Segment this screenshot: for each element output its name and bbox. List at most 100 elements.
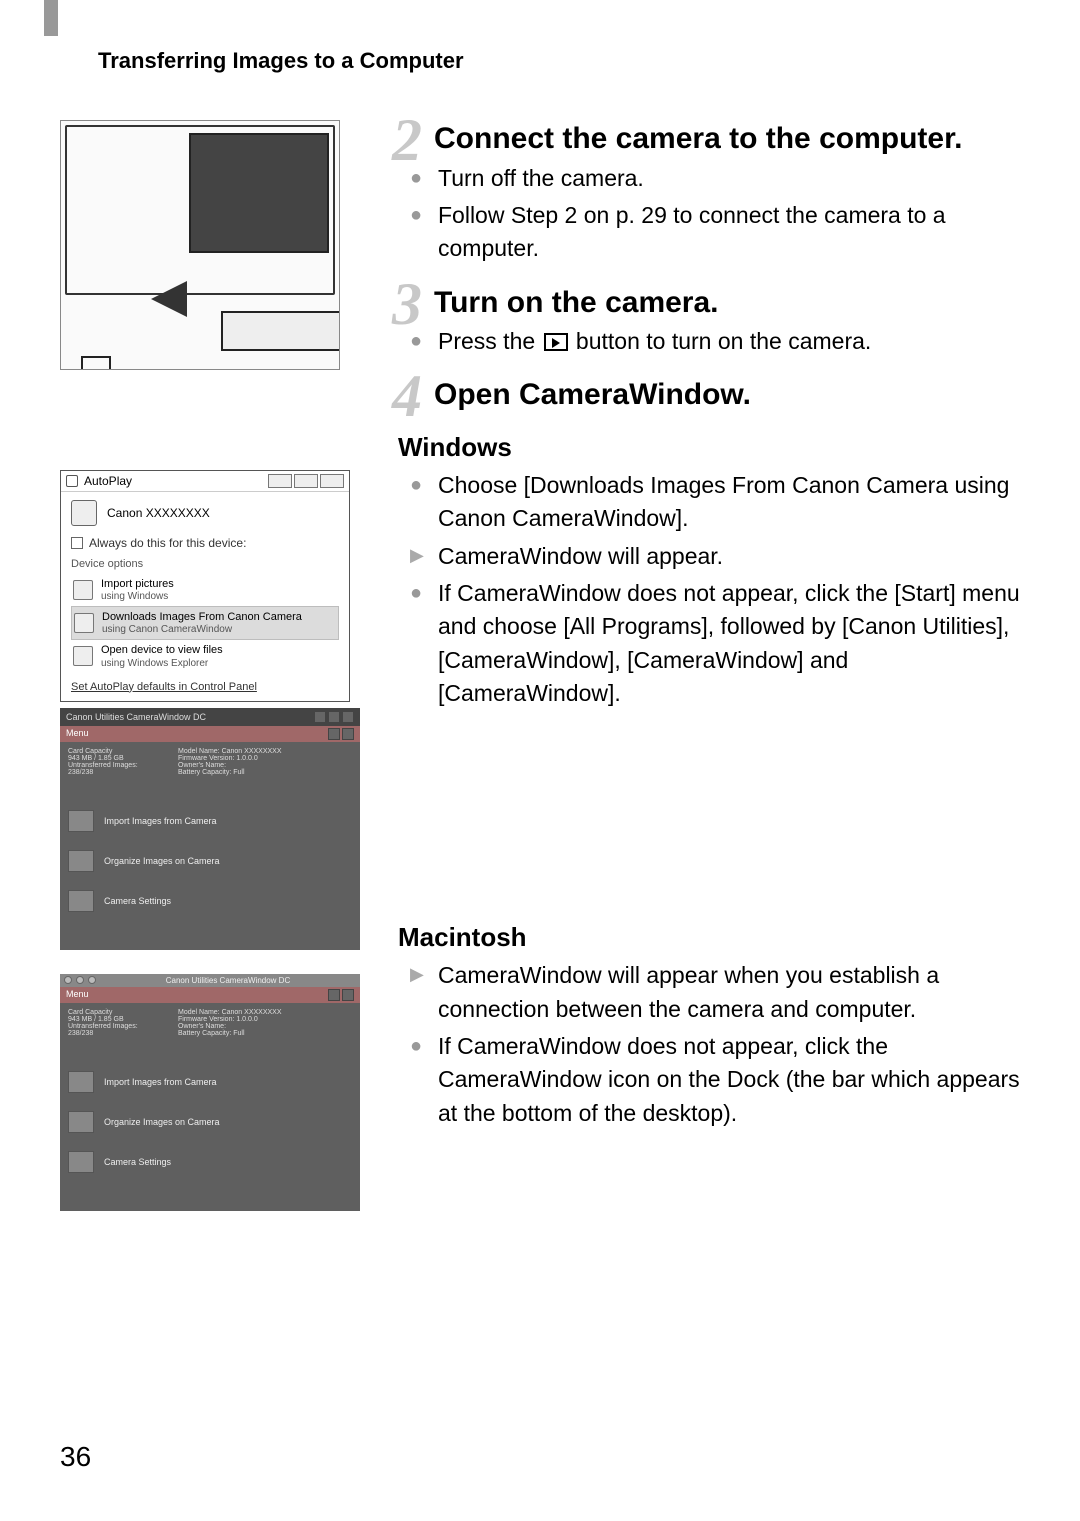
battery-capacity: Battery Capacity: Full [178,769,282,776]
camera-settings-action[interactable]: Camera Settings [68,1151,352,1173]
window-controls [314,711,354,723]
always-checkbox-row[interactable]: Always do this for this device: [71,536,339,550]
settings-action-icon [68,890,94,912]
instruction-column: 2 Connect the camera to the computer. Tu… [398,120,1020,1235]
owners-name: Owner's Name: [178,762,282,769]
help-icon[interactable] [342,728,354,740]
camera-settings-action[interactable]: Camera Settings [68,890,352,912]
owners-name: Owner's Name: [178,1023,282,1030]
option-import-pictures[interactable]: Import pictures using Windows [71,574,339,606]
autoplay-titlebar: AutoPlay [61,471,349,492]
option-canon-camerawindow[interactable]: Downloads Images From Canon Camera using… [71,606,339,640]
device-row: Canon XXXXXXXX [71,500,339,526]
maximize-button[interactable] [294,474,318,488]
import-images-action[interactable]: Import Images from Camera [68,1071,352,1093]
cw-menu-label: Menu [66,728,89,740]
device-name: Canon XXXXXXXX [107,506,210,520]
firmware-version: Firmware Version: 1.0.0.0 [178,1016,282,1023]
import-images-action[interactable]: Import Images from Camera [68,810,352,832]
settings-icon[interactable] [328,728,340,740]
device-options-label: Device options [71,558,339,570]
camerawindow-windows: Canon Utilities CameraWindow DC Menu Car… [60,708,360,950]
window-controls [268,474,344,488]
import-icon [68,810,94,832]
cw-titlebar: Canon Utilities CameraWindow DC [60,708,360,726]
action-label: Organize Images on Camera [104,1117,220,1127]
minimize-button[interactable] [268,474,292,488]
close-light[interactable] [64,976,72,984]
option-label: Import pictures [101,578,174,591]
autoplay-title: AutoPlay [84,474,132,488]
bullet-text: Follow Step 2 on p. 29 to connect the ca… [438,199,1020,266]
result-text: CameraWindow will appear. [438,540,1020,573]
firmware-version: Firmware Version: 1.0.0.0 [178,755,282,762]
model-name: Model Name: Canon XXXXXXXX [178,1009,282,1016]
windows-heading: Windows [398,432,1020,463]
action-label: Import Images from Camera [104,816,217,826]
card-capacity-value: 943 MB / 1.85 GB [68,755,158,762]
page-reference: p. 29 [616,202,667,228]
bullet-text: If CameraWindow does not appear, click t… [438,1030,1020,1130]
import-icon [68,1071,94,1093]
step-3: 3 Turn on the camera. Press the button t… [398,284,1020,359]
macintosh-heading: Macintosh [398,922,1020,953]
bullet-text: Press the button to turn on the camera. [438,325,1020,358]
illustration-column: AutoPlay Canon XXXXXXXX Always do this f… [60,120,370,1235]
section-marker [44,0,58,36]
option-label: Open device to view files [101,644,223,657]
help-icon[interactable] [342,989,354,1001]
organize-images-action[interactable]: Organize Images on Camera [68,850,352,872]
organize-icon [68,850,94,872]
cw-menubar[interactable]: Menu [60,726,360,742]
option-open-device[interactable]: Open device to view files using Windows … [71,640,339,672]
autoplay-dialog: AutoPlay Canon XXXXXXXX Always do this f… [60,470,350,702]
page-number: 36 [60,1441,91,1473]
cw-info-panel: Card Capacity 943 MB / 1.85 GB Untransfe… [60,1003,360,1043]
option-sublabel: using Windows [101,591,174,602]
play-icon [544,333,568,351]
step-title: Connect the camera to the computer. [434,120,1020,158]
bullet-text: If CameraWindow does not appear, click t… [438,577,1020,710]
main-content: AutoPlay Canon XXXXXXXX Always do this f… [60,120,1020,1235]
action-label: Camera Settings [104,1157,171,1167]
step-title: Turn on the camera. [434,284,1020,322]
mac-titlebar: Canon Utilities CameraWindow DC [60,974,360,987]
bullet-text: Turn off the camera. [438,162,1020,195]
minimize-light[interactable] [76,976,84,984]
untransferred-images: Untransferred Images: 238/238 [68,1023,158,1037]
card-capacity-label: Card Capacity [68,1009,158,1016]
canon-camera-icon [74,613,94,633]
action-label: Organize Images on Camera [104,856,220,866]
action-label: Import Images from Camera [104,1077,217,1087]
card-capacity-value: 943 MB / 1.85 GB [68,1016,158,1023]
result-text: CameraWindow will appear when you establ… [438,959,1020,1026]
settings-icon[interactable] [328,989,340,1001]
option-label: Downloads Images From Canon Camera [102,611,302,624]
checkbox-icon[interactable] [71,537,83,549]
organize-icon [68,1111,94,1133]
always-checkbox-label: Always do this for this device: [89,536,246,550]
organize-images-action[interactable]: Organize Images on Camera [68,1111,352,1133]
page-header: Transferring Images to a Computer [98,48,1020,74]
camera-connection-illustration [60,120,340,370]
untransferred-images: Untransferred Images: 238/238 [68,762,158,776]
cw-menubar[interactable]: Menu [60,987,360,1003]
settings-action-icon [68,1151,94,1173]
action-label: Camera Settings [104,896,171,906]
import-pictures-icon [73,580,93,600]
windows-section: Windows Choose [Downloads Images From Ca… [398,432,1020,710]
card-capacity-label: Card Capacity [68,748,158,755]
macintosh-section: Macintosh CameraWindow will appear when … [398,922,1020,1130]
zoom-light[interactable] [88,976,96,984]
mac-title-text: Canon Utilities CameraWindow DC [100,976,356,985]
cw-info-panel: Card Capacity 943 MB / 1.85 GB Untransfe… [60,742,360,782]
cw-title-text: Canon Utilities CameraWindow DC [66,712,206,722]
autoplay-icon [66,475,78,487]
close-button[interactable] [320,474,344,488]
camerawindow-mac: Canon Utilities CameraWindow DC Menu Car… [60,974,360,1211]
bullet-text: Choose [Downloads Images From Canon Came… [438,469,1020,536]
step-number: 4 [392,362,422,431]
autoplay-defaults-link[interactable]: Set AutoPlay defaults in Control Panel [71,681,339,693]
device-icon [71,500,97,526]
option-sublabel: using Canon CameraWindow [102,624,302,635]
